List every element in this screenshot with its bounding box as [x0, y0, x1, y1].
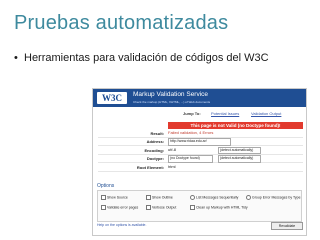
bullet-symbol: •: [14, 52, 18, 64]
doctype-select[interactable]: (detect automatically): [218, 155, 261, 163]
verbose-output-checkbox[interactable]: Verbose Output: [146, 205, 176, 210]
validate-error-pages-checkbox[interactable]: Validate error pages: [101, 205, 138, 210]
slide-title: Pruebas automatizadas: [14, 12, 229, 34]
doctype-field[interactable]: (no Doctype found): [168, 155, 213, 163]
jump-to-label: Jump To:: [183, 111, 201, 116]
w3c-logo: W3C: [97, 92, 127, 104]
row-label: Encoding:: [144, 147, 164, 153]
jump-link-output[interactable]: Validation Output: [251, 111, 281, 116]
row-label: Address:: [146, 139, 164, 144]
show-source-checkbox[interactable]: Show Source: [101, 195, 128, 200]
validator-header: W3C Markup Validation Service Check the …: [93, 89, 306, 107]
validator-screenshot: W3C Markup Validation Service Check the …: [92, 88, 307, 236]
row-label: Root Element:: [136, 164, 164, 170]
show-outline-checkbox[interactable]: Show Outline: [146, 195, 173, 200]
table-row: Result: Failed validation, 4 Errors: [98, 129, 303, 138]
result-banner: This page is not Valid (no Doctype found…: [168, 122, 303, 129]
bullet-text: Herramientas para validación de códigos …: [24, 52, 269, 64]
options-box: Show Source Show Outline List Messages S…: [97, 190, 302, 222]
tidy-checkbox[interactable]: Clean up Markup with HTML Tidy: [190, 205, 248, 210]
service-title: Markup Validation Service: [133, 91, 209, 98]
table-row: Root Element: html: [98, 163, 303, 172]
encoding-select[interactable]: (detect automatically): [218, 146, 261, 154]
options-title: Options: [97, 183, 115, 189]
table-row: Doctype: (no Doctype found) (detect auto…: [98, 155, 303, 163]
table-row: Address: http://www.ridaa.edu.ar/: [98, 138, 303, 146]
options-help-link[interactable]: Help on the options is available.: [97, 223, 146, 227]
service-subtitle: Check the markup (HTML, XHTML, ...) of W…: [133, 100, 211, 104]
jump-link-issues[interactable]: Potential Issues: [211, 111, 239, 116]
table-row: Encoding: utf-8 (detect automatically): [98, 146, 303, 155]
row-value: utf-8: [168, 147, 177, 152]
options-panel: Options Show Source Show Outline List Me…: [93, 183, 306, 235]
row-value: Failed validation, 4 Errors: [168, 130, 214, 135]
address-input[interactable]: http://www.ridaa.edu.ar/: [168, 138, 231, 146]
result-table: Result: Failed validation, 4 Errors Addr…: [98, 129, 303, 172]
row-label: Doctype:: [146, 156, 164, 161]
row-value: html: [168, 164, 176, 169]
list-sequential-radio[interactable]: List Messages Sequentially: [190, 195, 238, 200]
row-label: Result:: [150, 130, 164, 136]
group-errors-radio[interactable]: Group Error Messages by Type: [246, 195, 301, 200]
jump-bar: Jump To: Potential Issues Validation Out…: [93, 110, 306, 118]
revalidate-button[interactable]: Revalidate: [271, 222, 303, 230]
bullet-item: • Herramientas para validación de códigos…: [14, 52, 269, 64]
